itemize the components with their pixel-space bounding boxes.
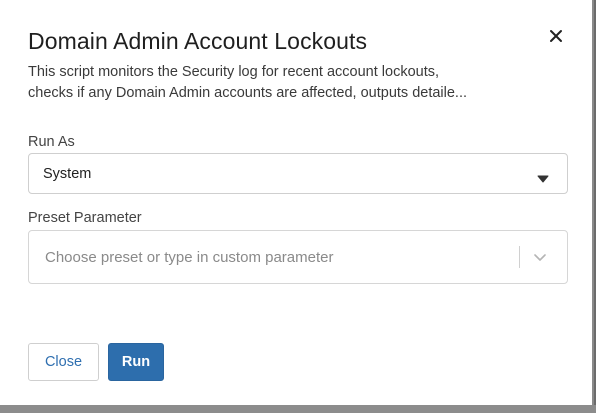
backdrop-edge: [0, 405, 596, 413]
run-as-selected-value: System: [43, 166, 92, 182]
description-line: checks if any Domain Admin accounts are …: [28, 85, 468, 101]
description-line: This script monitors the Security log fo…: [28, 64, 440, 80]
run-as-label: Run As: [28, 134, 75, 150]
close-button[interactable]: Close: [28, 343, 99, 381]
caret-down-icon: [537, 170, 549, 188]
run-as-select[interactable]: System: [28, 153, 568, 194]
dialog-close-button[interactable]: [545, 25, 567, 47]
run-script-dialog: Domain Admin Account Lockouts This scrip…: [0, 0, 594, 405]
dialog-title: Domain Admin Account Lockouts: [28, 28, 368, 54]
dialog-description: This script monitors the Security log fo…: [28, 62, 538, 104]
preset-parameter-label: Preset Parameter: [28, 210, 142, 226]
close-icon: [550, 30, 562, 42]
preset-parameter-input[interactable]: [30, 232, 510, 282]
run-button[interactable]: Run: [108, 343, 164, 381]
combobox-separator: [519, 246, 520, 268]
preset-parameter-combobox: [28, 230, 568, 284]
chevron-down-icon[interactable]: [531, 248, 549, 271]
